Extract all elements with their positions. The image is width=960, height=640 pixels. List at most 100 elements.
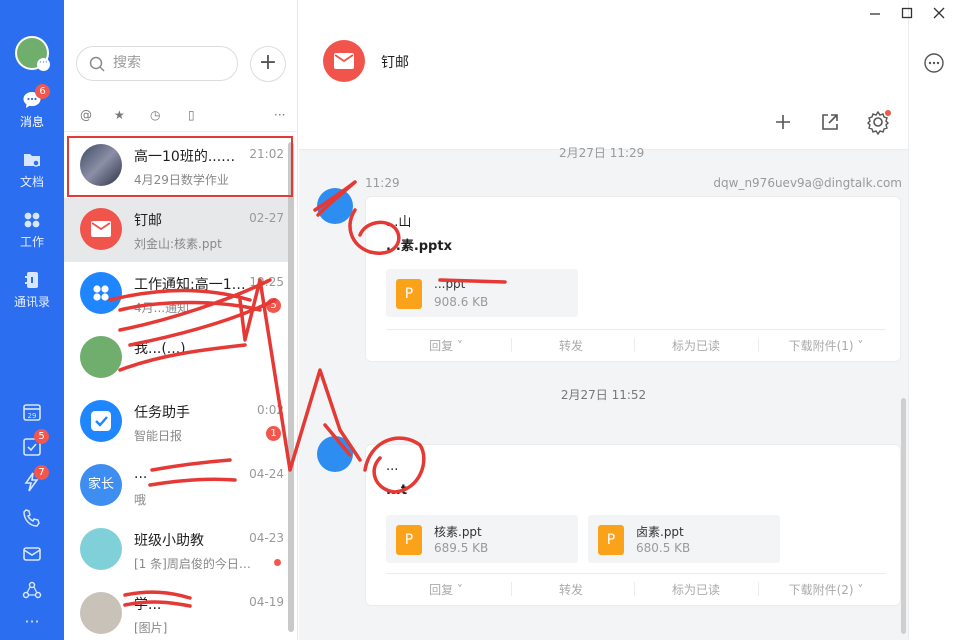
sender-avatar <box>317 436 353 472</box>
chat-area: 钉邮 2月27日 11:29 11:29 dqw_n976uev9a@dingt… <box>299 0 908 640</box>
more-icon[interactable]: ··· <box>0 612 64 631</box>
search-icon <box>89 56 105 72</box>
attachment-size: 908.6 KB <box>434 295 489 309</box>
mark-read-button[interactable]: 标为已读 <box>636 337 756 354</box>
right-strip <box>908 0 960 640</box>
archive-filter[interactable]: ▯ <box>188 108 195 122</box>
grid-icon <box>93 285 109 301</box>
star-filter[interactable]: ★ <box>114 108 125 122</box>
conversation-item[interactable]: 任务助手 0:02 智能日报 1 <box>64 390 290 454</box>
conversation-item[interactable]: 家长 ... 04-24 哦 <box>64 454 290 518</box>
conversation-item[interactable]: 高一10班的... 班级 21:02 4月29日数学作业 <box>64 134 290 198</box>
sender-email: dqw_n976uev9a@dingtalk.com <box>713 176 902 190</box>
mail-card[interactable]: ...山 ...素.pptx P ...ppt 908.6 KB 回复 ˅ 转发… <box>365 196 901 362</box>
sender-avatar <box>317 188 353 224</box>
grid-icon <box>24 212 40 228</box>
conversation-preview: [1 条]周启俊的今日待办 <box>134 557 258 571</box>
attachment[interactable]: P 卤素.ppt 680.5 KB <box>588 515 780 563</box>
conversation-preview: 智能日报 <box>134 429 183 443</box>
conversation-name: 高一10班的... 班级 <box>134 146 252 166</box>
add-button[interactable]: + <box>250 46 286 82</box>
conversation-item[interactable]: 班级小助教 04-23 [1 条]周启俊的今日待办 <box>64 518 290 582</box>
list-scrollbar[interactable] <box>288 142 294 632</box>
user-avatar[interactable]: ··· <box>15 36 50 71</box>
checkbox-icon <box>91 411 111 431</box>
ppt-file-icon: P <box>396 279 422 309</box>
avatar <box>80 528 122 570</box>
avatar <box>80 592 122 634</box>
mail-card[interactable]: ... ...t P 核素.ppt 689.5 KB P 卤素.ppt 680.… <box>365 444 901 606</box>
rail-item-work[interactable]: 工作 <box>0 210 64 250</box>
unread-dot <box>274 559 281 566</box>
mail-actions: 回复 ˅ 转发 标为已读 下载附件(2) ˅ <box>386 573 886 603</box>
folder-icon <box>24 154 40 167</box>
more-dot-icon: ··· <box>37 58 50 71</box>
rail-item-messages[interactable]: 消息 6 <box>0 84 64 130</box>
forward-button[interactable]: 转发 <box>511 337 631 354</box>
rail-item-contacts[interactable]: 通讯录 <box>0 270 64 310</box>
maximize-icon[interactable] <box>900 6 914 20</box>
rail-label: 通讯录 <box>13 295 50 309</box>
download-button[interactable]: 下载附件(1) ˅ <box>766 337 886 354</box>
mention-filter[interactable]: @ <box>80 108 92 122</box>
conversation-preview: 4月...通知 <box>134 301 190 315</box>
attachment-size: 689.5 KB <box>434 541 489 555</box>
rail-label: 文档 <box>19 175 44 189</box>
open-external-icon[interactable] <box>816 108 844 136</box>
mark-read-button[interactable]: 标为已读 <box>636 581 756 598</box>
reply-button[interactable]: 回复 ˅ <box>386 337 506 354</box>
conversation-name: 任务助手 <box>134 405 190 421</box>
calendar-icon[interactable]: 29 <box>22 402 42 422</box>
conversation-time: 19:25 <box>249 275 284 289</box>
download-button[interactable]: 下载附件(2) ˅ <box>766 581 886 598</box>
avatar: 家长 <box>80 464 122 506</box>
conversation-item[interactable]: 钉邮 02-27 刘金山:核素.ppt <box>64 198 290 262</box>
search-input[interactable] <box>113 55 223 71</box>
conversation-time: 04-19 <box>249 595 284 609</box>
conversation-item[interactable]: 我...(...) <box>64 326 290 390</box>
conversation-preview: [图片] <box>134 621 168 635</box>
conversation-name: 我...(...) <box>134 341 186 357</box>
message-time: 11:29 <box>365 176 400 190</box>
minimize-icon[interactable] <box>868 6 882 20</box>
more-options-icon[interactable] <box>923 52 945 74</box>
conversation-time: 04-24 <box>249 467 284 481</box>
attachment[interactable]: P 核素.ppt 689.5 KB <box>386 515 578 563</box>
recent-filter[interactable]: ◷ <box>150 108 160 122</box>
settings-icon[interactable] <box>864 108 892 136</box>
avatar <box>80 336 122 378</box>
conversation-preview: 哦 <box>134 493 147 507</box>
attachment[interactable]: P ...ppt 908.6 KB <box>386 269 578 317</box>
ppt-file-icon: P <box>598 525 624 555</box>
conversation-time: 21:02 <box>249 147 284 161</box>
unread-badge: 5 <box>266 298 281 313</box>
org-icon[interactable] <box>22 580 42 600</box>
conversation-name: 工作通知:高一10... <box>134 277 252 293</box>
close-icon[interactable] <box>932 6 946 20</box>
chat-header: 钉邮 <box>299 0 908 150</box>
chat-avatar <box>323 40 365 82</box>
forward-button[interactable]: 转发 <box>511 581 631 598</box>
conversation-name: ... <box>134 466 148 482</box>
add-icon[interactable] <box>769 108 797 136</box>
phone-icon[interactable] <box>22 508 42 528</box>
mail-subject: ...素.pptx <box>386 239 452 254</box>
chat-scrollbar[interactable] <box>901 398 906 634</box>
search-box[interactable] <box>76 46 238 81</box>
more-filter[interactable]: ··· <box>274 108 285 122</box>
conversation-item[interactable]: 学... 04-19 [图片] <box>64 582 290 640</box>
filter-bar: @ ★ ◷ ▯ ··· <box>64 102 298 132</box>
attachment-name: ...ppt <box>434 277 466 291</box>
todo-badge: 5 <box>34 429 49 444</box>
conversation-time: 04-23 <box>249 531 284 545</box>
mail-sender: ... <box>386 459 399 474</box>
conversation-item[interactable]: 工作通知:高一10... 19:25 4月...通知 5 <box>64 262 290 326</box>
ding-badge: 7 <box>34 465 49 480</box>
mail-icon[interactable] <box>22 544 42 564</box>
avatar <box>80 400 122 442</box>
mail-sender: ...山 <box>386 215 412 230</box>
attachment-name: 卤素.ppt <box>636 525 684 539</box>
rail-item-docs[interactable]: 文档 <box>0 150 64 190</box>
svg-text:29: 29 <box>28 412 37 420</box>
reply-button[interactable]: 回复 ˅ <box>386 581 506 598</box>
